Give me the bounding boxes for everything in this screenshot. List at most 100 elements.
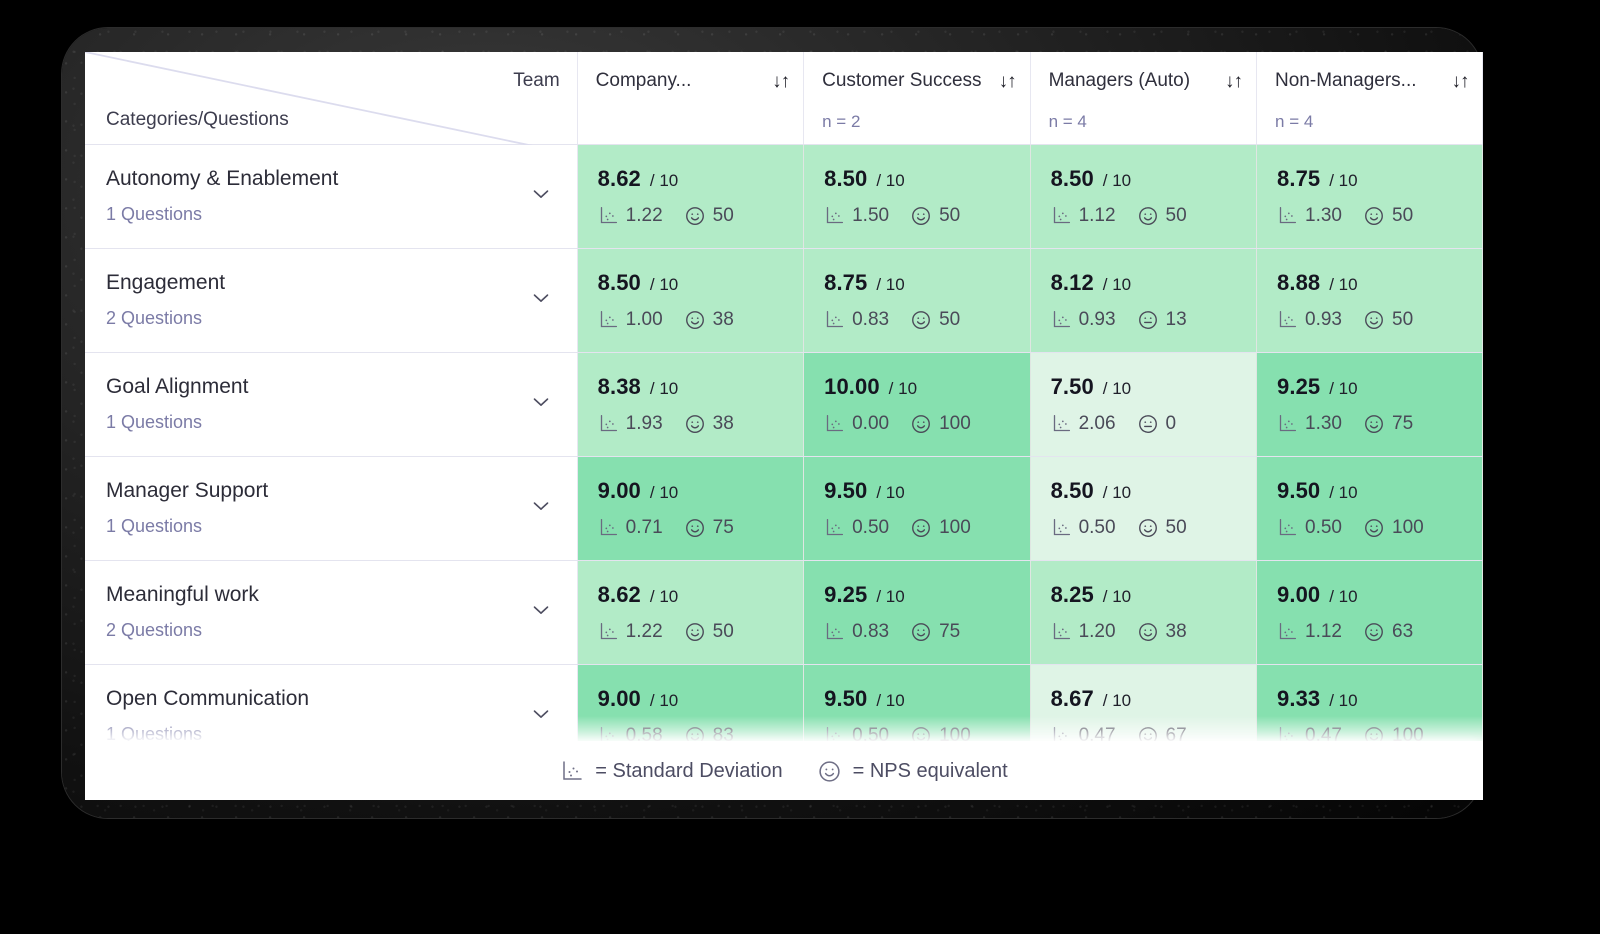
scatter-plot-icon: [1051, 309, 1072, 330]
std-deviation-value: 0.93: [1079, 309, 1116, 331]
legend-footer: = Standard Deviation = NPS equivalent: [85, 742, 1483, 800]
scatter-plot-icon: [598, 309, 619, 330]
smiley-face-icon: [684, 621, 706, 643]
column-sample-size: n = 4: [1049, 112, 1087, 132]
score-value: 8.12: [1051, 270, 1094, 296]
score-value: 9.50: [824, 686, 867, 712]
score-cell-r5-c3[interactable]: 9.33/ 100.47100: [1257, 664, 1483, 742]
sort-toggle-icon[interactable]: ↓↑: [999, 72, 1016, 91]
score-cell-r2-c1[interactable]: 10.00/ 100.00100: [804, 352, 1030, 456]
std-deviation-value: 1.22: [626, 205, 663, 227]
score-max: / 10: [650, 587, 678, 607]
smiley-face-icon: [1137, 621, 1159, 643]
score-value: 9.00: [598, 686, 641, 712]
std-deviation-value: 0.47: [1305, 725, 1342, 743]
row-label-cell-3[interactable]: Manager Support1 Questions: [85, 456, 577, 560]
corner-header-cell: Team Categories/Questions: [85, 52, 577, 144]
score-cell-r3-c1[interactable]: 9.50/ 100.50100: [804, 456, 1030, 560]
score-cell-r0-c2[interactable]: 8.50/ 101.1250: [1030, 144, 1256, 248]
std-deviation-value: 2.06: [1079, 413, 1116, 435]
score-max: / 10: [1103, 379, 1131, 399]
row-label-cell-2[interactable]: Goal Alignment1 Questions: [85, 352, 577, 456]
score-cell-r1-c0[interactable]: 8.50/ 101.0038: [577, 248, 803, 352]
smiley-face-icon: [1137, 205, 1159, 227]
nps-value: 67: [1166, 725, 1187, 743]
smiley-face-icon: [1363, 309, 1385, 331]
score-cell-r0-c0[interactable]: 8.62/ 101.2250: [577, 144, 803, 248]
std-deviation-value: 0.83: [852, 309, 889, 331]
chevron-down-icon[interactable]: [529, 494, 553, 518]
score-value: 9.33: [1277, 686, 1320, 712]
std-deviation-value: 1.20: [1079, 621, 1116, 643]
row-label-cell-4[interactable]: Meaningful work 2 Questions: [85, 560, 577, 664]
score-cell-r1-c1[interactable]: 8.75/ 100.8350: [804, 248, 1030, 352]
chevron-down-icon[interactable]: [529, 182, 553, 206]
nps-value: 50: [939, 205, 960, 227]
question-count: 2 Questions: [106, 620, 557, 641]
nps-value: 0: [1166, 413, 1177, 435]
sort-toggle-icon[interactable]: ↓↑: [1451, 72, 1468, 91]
score-cell-r5-c2[interactable]: 8.67/ 100.4767: [1030, 664, 1256, 742]
column-header-3[interactable]: Non-Managers...↓↑n = 4: [1257, 52, 1483, 144]
score-value: 8.50: [824, 166, 867, 192]
sort-toggle-icon[interactable]: ↓↑: [772, 72, 789, 91]
std-deviation-value: 0.50: [852, 517, 889, 539]
std-deviation-value: 1.22: [626, 621, 663, 643]
score-cell-r2-c2[interactable]: 7.50/ 102.060: [1030, 352, 1256, 456]
score-cell-r0-c1[interactable]: 8.50/ 101.5050: [804, 144, 1030, 248]
score-cell-r4-c3[interactable]: 9.00/ 101.1263: [1257, 560, 1483, 664]
smiley-face-icon: [1363, 517, 1385, 539]
category-name: Meaningful work: [106, 583, 557, 606]
std-deviation-value: 1.30: [1305, 413, 1342, 435]
score-max: / 10: [876, 483, 904, 503]
column-header-2[interactable]: Managers (Auto)↓↑n = 4: [1030, 52, 1256, 144]
score-value: 9.00: [598, 478, 641, 504]
score-cell-r4-c2[interactable]: 8.25/ 101.2038: [1030, 560, 1256, 664]
column-header-1[interactable]: Customer Success↓↑n = 2: [804, 52, 1030, 144]
score-cell-r1-c2[interactable]: 8.12/ 100.9313: [1030, 248, 1256, 352]
score-max: / 10: [1103, 483, 1131, 503]
score-max: / 10: [650, 379, 678, 399]
score-cell-r4-c1[interactable]: 9.25/ 100.8375: [804, 560, 1030, 664]
score-cell-r5-c1[interactable]: 9.50/ 100.50100: [804, 664, 1030, 742]
column-header-0[interactable]: Company...↓↑: [577, 52, 803, 144]
std-deviation-value: 1.30: [1305, 205, 1342, 227]
scorecard-table-scroll[interactable]: Team Categories/Questions Company...↓↑Cu…: [85, 52, 1483, 742]
neutral-face-icon: [1137, 413, 1159, 435]
score-cell-r2-c3[interactable]: 9.25/ 101.3075: [1257, 352, 1483, 456]
legend-item-std: = Standard Deviation: [560, 759, 782, 783]
chevron-down-icon[interactable]: [529, 286, 553, 310]
score-value: 9.50: [824, 478, 867, 504]
std-deviation-value: 0.50: [1305, 517, 1342, 539]
table-header: Team Categories/Questions Company...↓↑Cu…: [85, 52, 1483, 144]
score-cell-r5-c0[interactable]: 9.00/ 100.5883: [577, 664, 803, 742]
score-value: 8.50: [1051, 166, 1094, 192]
std-deviation-value: 0.71: [626, 517, 663, 539]
nps-value: 50: [1166, 517, 1187, 539]
std-deviation-value: 0.93: [1305, 309, 1342, 331]
chevron-down-icon[interactable]: [529, 702, 553, 726]
score-cell-r3-c3[interactable]: 9.50/ 100.50100: [1257, 456, 1483, 560]
std-deviation-value: 1.12: [1305, 621, 1342, 643]
score-cell-r1-c3[interactable]: 8.88/ 100.9350: [1257, 248, 1483, 352]
row-label-cell-5[interactable]: Open Communication1 Questions: [85, 664, 577, 742]
smiley-face-icon: [684, 725, 706, 743]
score-value: 8.75: [1277, 166, 1320, 192]
score-cell-r4-c0[interactable]: 8.62/ 101.2250: [577, 560, 803, 664]
score-cell-r2-c0[interactable]: 8.38/ 101.9338: [577, 352, 803, 456]
row-label-cell-0[interactable]: Autonomy & Enablement1 Questions: [85, 144, 577, 248]
score-max: / 10: [876, 587, 904, 607]
scatter-plot-icon: [1051, 725, 1072, 742]
score-cell-r3-c2[interactable]: 8.50/ 100.5050: [1030, 456, 1256, 560]
chevron-down-icon[interactable]: [529, 390, 553, 414]
scatter-plot-icon: [1277, 205, 1298, 226]
score-cell-r3-c0[interactable]: 9.00/ 100.7175: [577, 456, 803, 560]
score-value: 10.00: [824, 374, 880, 400]
chevron-down-icon[interactable]: [529, 598, 553, 622]
score-cell-r0-c3[interactable]: 8.75/ 101.3050: [1257, 144, 1483, 248]
row-label-cell-1[interactable]: Engagement2 Questions: [85, 248, 577, 352]
category-name: Engagement: [106, 271, 557, 294]
table-row: Open Communication1 Questions9.00/ 100.5…: [85, 664, 1483, 742]
score-max: / 10: [1329, 587, 1357, 607]
sort-toggle-icon[interactable]: ↓↑: [1225, 72, 1242, 91]
